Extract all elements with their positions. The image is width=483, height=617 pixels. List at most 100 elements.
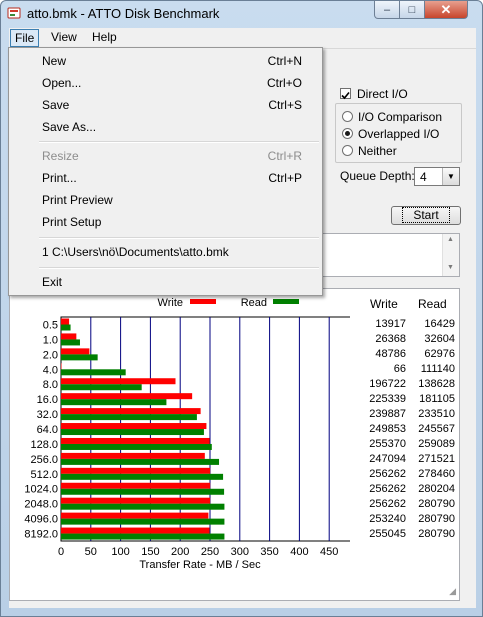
menu-item-print-preview[interactable]: Print Preview	[9, 189, 322, 211]
menu-item-label: 1 C:\Users\nö\Documents\atto.bmk	[42, 245, 229, 259]
write-value: 196722	[369, 378, 406, 391]
radio-overlapped-io[interactable]	[342, 128, 353, 139]
read-value: 245567	[418, 423, 455, 435]
close-button[interactable]: ✕	[424, 1, 468, 19]
menu-separator	[39, 237, 319, 239]
title-bar[interactable]: atto.bmk - ATTO Disk Benchmark – □ ✕	[1, 1, 482, 27]
read-bar	[61, 503, 225, 510]
menu-item-print-setup[interactable]: Print Setup	[9, 211, 322, 233]
menu-item-resize: Resize Ctrl+R	[9, 145, 322, 167]
scroll-down-icon[interactable]: ▼	[447, 264, 454, 271]
legend-write-swatch	[190, 299, 216, 304]
write-value: 255045	[369, 527, 406, 540]
write-value: 256262	[369, 482, 406, 495]
radio-io-comparison[interactable]	[342, 111, 353, 122]
y-category-label: 4.0	[43, 364, 58, 376]
window-title: atto.bmk - ATTO Disk Benchmark	[27, 6, 220, 21]
queue-depth-select[interactable]: 4 ▼	[414, 167, 460, 186]
read-bar	[61, 324, 71, 331]
radio-io-comparison-label[interactable]: I/O Comparison	[358, 110, 442, 124]
menu-item-exit[interactable]: Exit	[9, 271, 322, 293]
read-value: 16429	[424, 318, 455, 331]
chevron-down-icon[interactable]: ▼	[442, 168, 459, 185]
menu-item-open[interactable]: Open... Ctrl+O	[9, 72, 322, 94]
menu-item-save[interactable]: Save Ctrl+S	[9, 94, 322, 116]
read-bar	[61, 384, 142, 391]
y-category-label: 32.0	[37, 409, 58, 421]
write-column-header: Write	[370, 297, 398, 311]
y-category-label: 128.0	[30, 439, 58, 451]
read-column-header: Read	[418, 297, 447, 311]
y-category-label: 8.0	[43, 379, 58, 391]
y-category-label: 4096.0	[24, 514, 58, 526]
read-bar	[61, 429, 204, 436]
radio-neither[interactable]	[342, 145, 353, 156]
x-tick-label: 100	[111, 546, 129, 558]
write-bar	[61, 512, 209, 519]
write-value: 247094	[369, 452, 406, 465]
x-tick-label: 450	[320, 546, 338, 558]
menu-item-shortcut: Ctrl+N	[267, 54, 302, 68]
menu-item-label: Exit	[42, 275, 63, 289]
read-bar	[61, 518, 225, 525]
y-category-label: 256.0	[30, 454, 58, 466]
write-bar	[61, 467, 211, 474]
x-tick-label: 200	[171, 546, 189, 558]
resize-grip-icon[interactable]: ◢	[449, 586, 456, 597]
menu-file[interactable]: File	[10, 29, 40, 47]
menu-item-print[interactable]: Print... Ctrl+P	[9, 167, 322, 189]
read-value: 280790	[418, 497, 455, 510]
read-bar	[61, 339, 80, 346]
start-button-label: Start	[402, 207, 450, 223]
read-bar	[61, 399, 167, 406]
menu-item-recent-file-1[interactable]: 1 C:\Users\nö\Documents\atto.bmk	[9, 241, 322, 263]
x-tick-label: 0	[58, 546, 64, 558]
read-value: 181105	[419, 393, 455, 406]
direct-io-label: Direct I/O	[357, 87, 408, 101]
x-tick-label: 50	[85, 546, 97, 558]
maximize-button[interactable]: □	[399, 1, 425, 19]
read-value: 32604	[424, 333, 455, 346]
direct-io-check[interactable]	[340, 88, 351, 100]
menu-help[interactable]: Help	[87, 29, 122, 46]
y-category-label: 2048.0	[24, 499, 58, 511]
write-bar	[61, 378, 176, 385]
menu-item-label: Open...	[42, 76, 82, 90]
description-scrollbar[interactable]: ▲ ▼	[442, 234, 459, 276]
read-value: 233510	[418, 408, 455, 421]
write-value: 255370	[369, 437, 406, 450]
menu-item-label: Save	[42, 98, 70, 112]
menu-item-label: Print...	[42, 171, 77, 185]
menu-item-shortcut: Ctrl+O	[266, 76, 302, 90]
y-category-label: 1.0	[43, 334, 58, 346]
radio-overlapped-io-label[interactable]: Overlapped I/O	[358, 127, 439, 141]
write-bar	[61, 318, 70, 325]
write-value: 66	[393, 363, 406, 376]
minimize-button[interactable]: –	[374, 1, 400, 19]
io-mode-group: I/O Comparison Overlapped I/O Neither	[335, 103, 462, 163]
read-value: 259089	[418, 437, 455, 450]
y-category-label: 2.0	[43, 349, 58, 361]
radio-neither-label[interactable]: Neither	[358, 144, 397, 158]
scroll-up-icon[interactable]: ▲	[447, 236, 454, 243]
start-button[interactable]: Start	[391, 206, 461, 225]
y-category-label: 0.5	[43, 319, 58, 331]
menu-item-save-as[interactable]: Save As...	[9, 116, 322, 138]
y-category-label: 16.0	[37, 394, 58, 406]
read-value: 278460	[418, 467, 455, 480]
x-tick-label: 300	[231, 546, 249, 558]
write-value: 26368	[375, 333, 406, 346]
menu-item-label: New	[42, 54, 67, 68]
write-bar	[61, 348, 90, 355]
read-bar	[61, 488, 225, 495]
legend-read-label: Read	[241, 297, 267, 309]
menu-separator	[39, 141, 319, 143]
read-value: 111140	[420, 363, 455, 376]
menu-item-new[interactable]: New Ctrl+N	[9, 50, 322, 72]
y-category-label: 512.0	[30, 469, 58, 481]
menu-separator	[39, 267, 319, 269]
transfer-rate-chart: 050100150200250300350400450500Transfer R…	[24, 297, 350, 571]
menu-view[interactable]: View	[46, 29, 82, 46]
read-value: 271521	[418, 452, 455, 465]
read-bar	[61, 533, 225, 540]
